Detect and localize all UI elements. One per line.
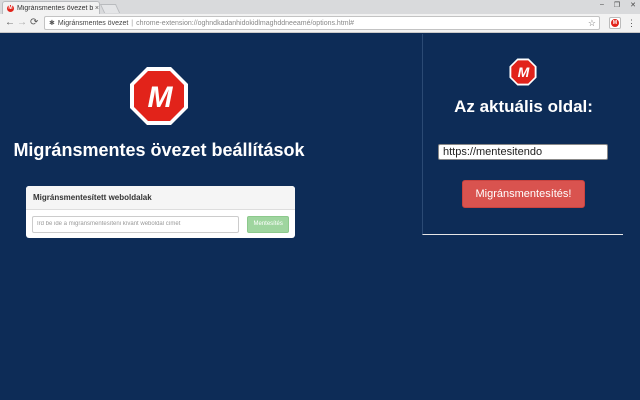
back-button[interactable]: ←	[5, 17, 15, 29]
new-tab-button[interactable]	[99, 4, 121, 13]
page-title: Migránsmentes övezet beállítások	[13, 140, 305, 160]
browser-toolbar: ← → ⟳ ✱ Migránsmentes övezet | chrome-ex…	[0, 14, 640, 33]
card-body: Mentesítés	[26, 210, 295, 238]
websites-card: Migránsmentesített weboldalak Mentesítés	[26, 186, 295, 238]
maximize-button[interactable]: ❐	[614, 1, 620, 9]
address-bar[interactable]: ✱ Migránsmentes övezet | chrome-extensio…	[44, 16, 600, 30]
address-url: chrome-extension://oghndkadanhidokidlmag…	[136, 19, 355, 27]
window-controls: – ❐ ✕	[600, 1, 636, 9]
address-site-title: Migránsmentes övezet	[57, 19, 129, 27]
extension-logo-icon: M	[611, 19, 619, 27]
main-logo-icon: M	[129, 66, 189, 126]
tab-strip: M Migránsmentes övezet be × – ❐ ✕	[0, 0, 640, 14]
favicon-icon: M	[7, 4, 14, 12]
popup-title: Az aktuális oldal:	[454, 97, 593, 116]
popup-logo-icon: M	[509, 58, 537, 86]
svg-text:M: M	[518, 64, 530, 80]
card-title: Migránsmentesített weboldalak	[26, 186, 295, 210]
migrant-free-button[interactable]: Migránsmentesítés!	[462, 180, 585, 208]
svg-text:M: M	[148, 81, 174, 114]
extension-popup: M Az aktuális oldal: Migránsmentesítés!	[422, 34, 623, 235]
browser-menu-icon[interactable]: ⋮	[627, 17, 636, 29]
tab-title: Migránsmentes övezet be	[17, 4, 93, 12]
website-url-input[interactable]	[32, 215, 240, 233]
bookmark-star-icon[interactable]: ☆	[588, 18, 596, 29]
address-separator: |	[131, 19, 134, 27]
tab-close-button[interactable]: ×	[95, 5, 99, 12]
close-window-button[interactable]: ✕	[630, 1, 636, 9]
current-url-input[interactable]	[438, 144, 608, 160]
forward-button[interactable]: →	[17, 17, 27, 29]
extension-button[interactable]: M	[609, 17, 621, 29]
minimize-button[interactable]: –	[600, 1, 604, 9]
browser-tab[interactable]: M Migránsmentes övezet be ×	[2, 1, 100, 14]
reload-button[interactable]: ⟳	[30, 17, 38, 29]
save-button[interactable]: Mentesítés	[247, 215, 289, 233]
puzzle-icon: ✱	[49, 20, 55, 27]
